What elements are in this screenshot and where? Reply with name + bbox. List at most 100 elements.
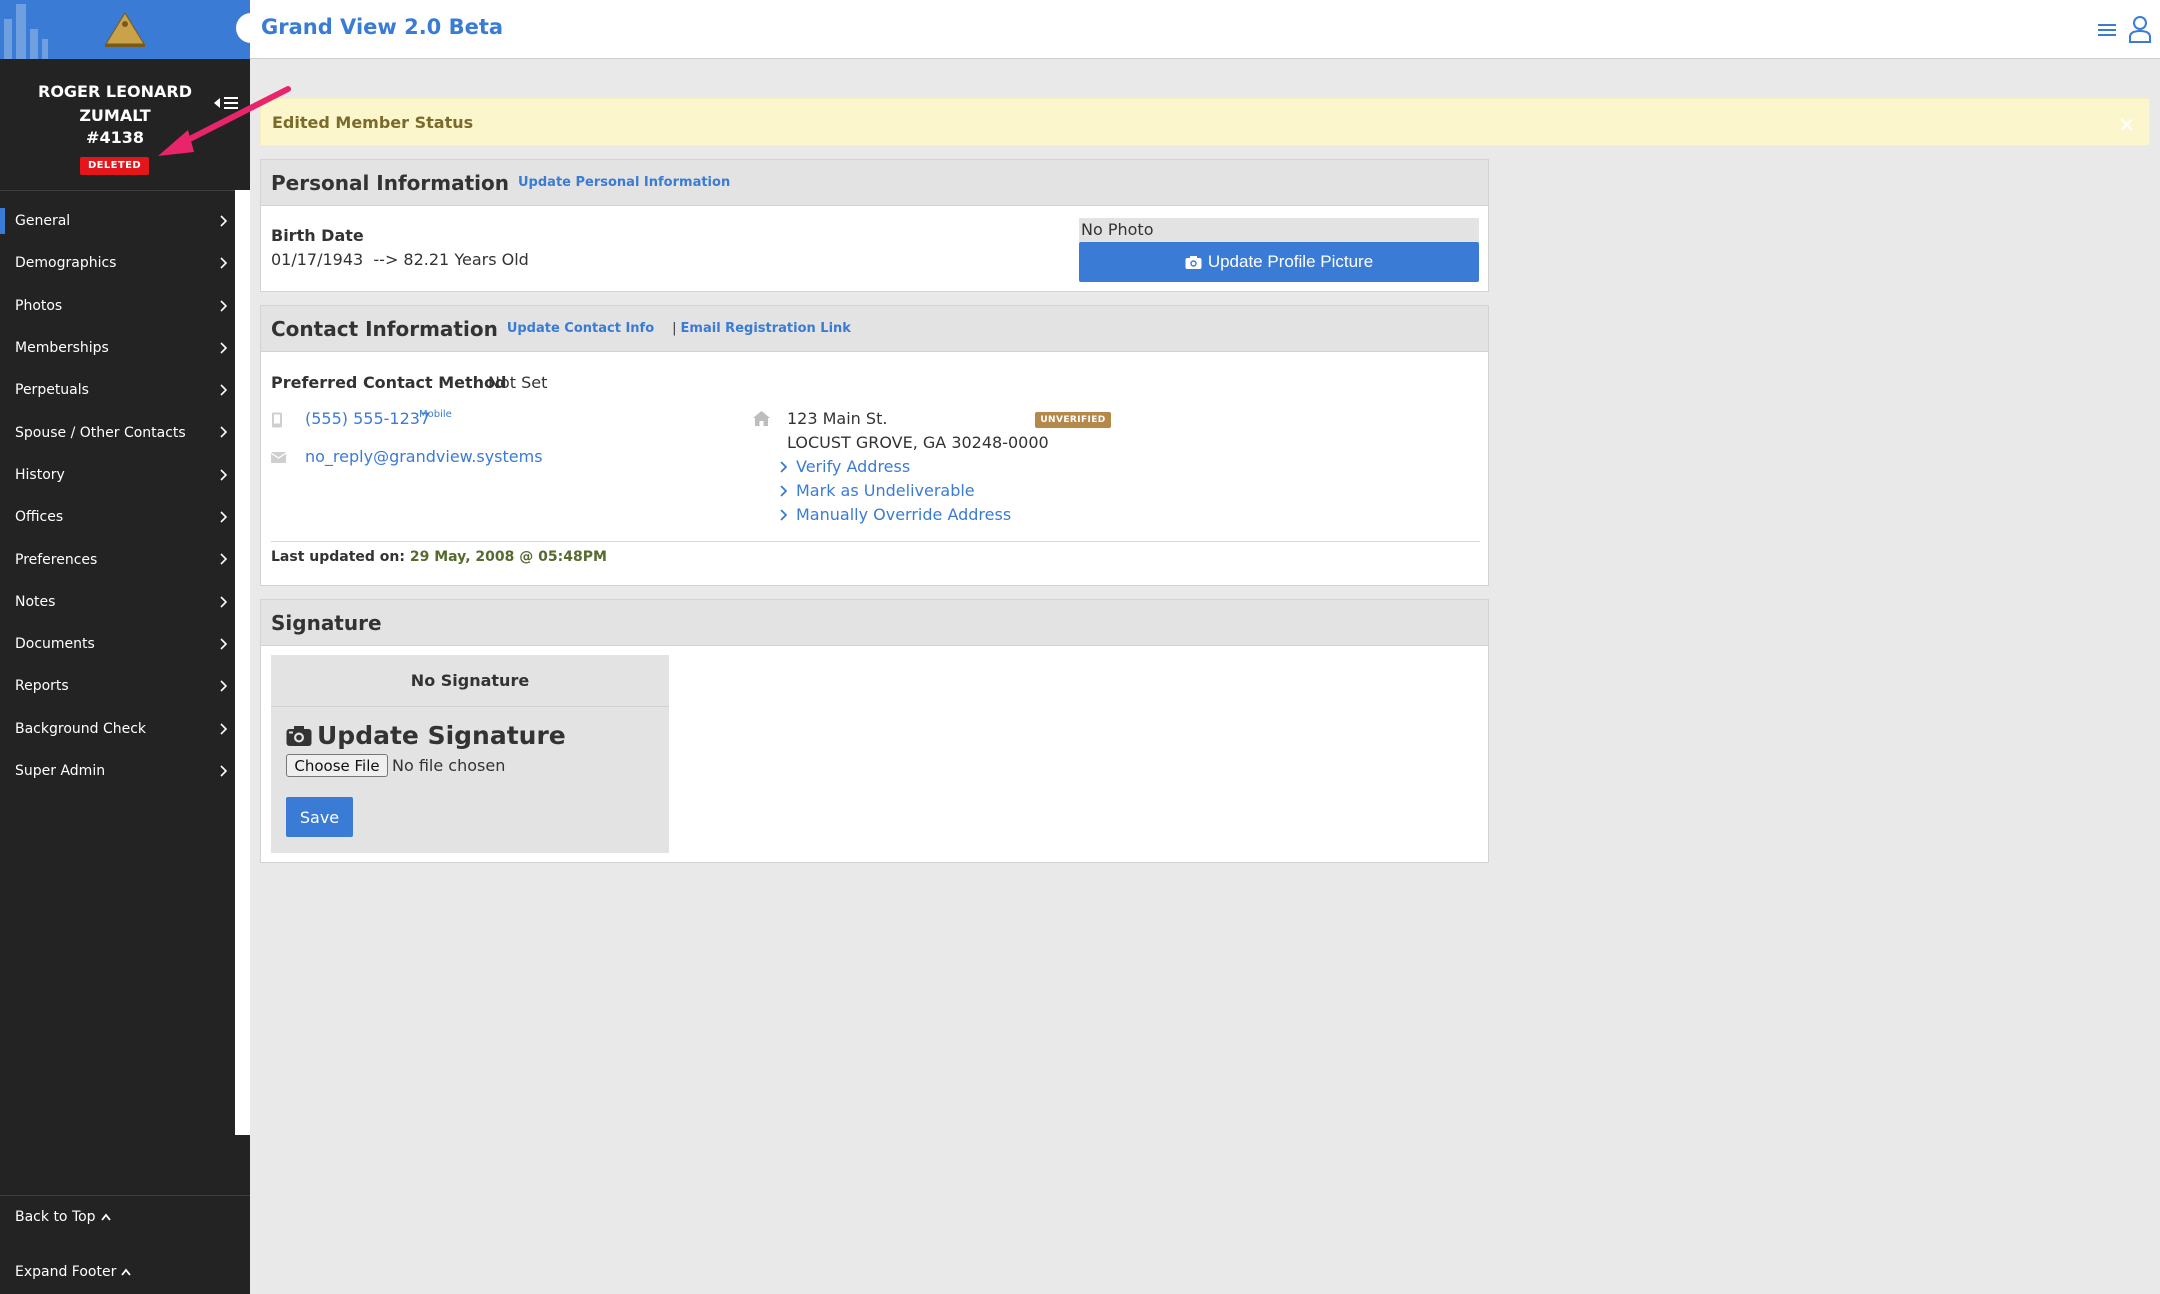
personal-information-panel: Personal Information Update Personal Inf… <box>260 159 1489 292</box>
lodge-logo-icon <box>105 12 145 47</box>
email-link[interactable]: no_reply@grandview.systems <box>305 447 543 466</box>
panel-title: Contact Information <box>271 316 498 341</box>
sidebar-item-label: History <box>15 466 65 483</box>
home-icon <box>753 411 770 426</box>
chevron-up-icon <box>121 1268 132 1276</box>
signature-box: No Signature Update Signature Choose Fil… <box>271 655 669 853</box>
last-updated: Last updated on: 29 May, 2008 @ 05:48PM <box>271 549 607 565</box>
sidebar-item-label: Documents <box>15 636 95 653</box>
sidebar-item-label: Offices <box>15 509 64 526</box>
sidebar-nav: General Demographics Photos Memberships Perp… <box>0 200 235 792</box>
panel-header: Contact Information Update Contact Info … <box>261 306 1488 352</box>
choose-file-button[interactable]: Choose File <box>286 754 388 777</box>
address-status-badge: UNVERIFIED <box>1035 412 1111 428</box>
chevron-right-icon <box>780 460 787 473</box>
sidebar-item-super-admin[interactable]: Super Admin <box>0 750 235 792</box>
chevron-right-icon <box>220 511 228 523</box>
sidebar-item-memberships[interactable]: Memberships <box>0 327 235 369</box>
chevron-right-icon <box>220 300 228 312</box>
sidebar-item-general[interactable]: General <box>0 200 235 242</box>
app-title[interactable]: Grand View 2.0 Beta <box>261 15 503 39</box>
annotation-arrow-icon <box>158 86 291 156</box>
verify-address-link[interactable]: Verify Address <box>779 457 910 476</box>
no-signature-text: No Signature <box>271 655 669 707</box>
expand-footer-link[interactable]: Expand Footer <box>15 1264 132 1280</box>
mobile-phone-icon <box>272 412 282 428</box>
sidebar-item-label: Notes <box>15 593 56 610</box>
signature-panel: Signature No Signature Update Signature … <box>260 599 1489 863</box>
sidebar-item-label: Perpetuals <box>15 382 89 399</box>
sidebar-item-reports[interactable]: Reports <box>0 665 235 707</box>
chevron-right-icon <box>220 765 228 777</box>
chevron-right-icon <box>780 484 787 497</box>
override-address-label: Manually Override Address <box>796 505 1012 524</box>
sidebar-item-perpetuals[interactable]: Perpetuals <box>0 369 235 411</box>
sidebar-item-photos[interactable]: Photos <box>0 285 235 327</box>
panel-title: Personal Information <box>271 170 509 195</box>
chevron-right-icon <box>220 342 228 354</box>
save-button[interactable]: Save <box>286 797 353 837</box>
user-icon[interactable] <box>2128 15 2152 43</box>
chevron-right-icon <box>220 722 228 735</box>
no-photo-placeholder: No Photo <box>1079 218 1479 242</box>
close-icon[interactable]: × <box>2118 112 2135 136</box>
phone-type-label: Mobile <box>419 409 452 420</box>
top-bar: Grand View 2.0 Beta <box>236 0 2160 59</box>
verify-address-label: Verify Address <box>796 457 911 476</box>
phone-link[interactable]: (555) 555-1237 <box>305 409 430 428</box>
address-line-1: 123 Main St. <box>787 409 888 428</box>
sidebar-item-spouse-other-contacts[interactable]: Spouse / Other Contacts <box>0 411 235 453</box>
update-profile-picture-button[interactable]: Update Profile Picture <box>1079 242 1479 282</box>
email-registration-link[interactable]: Email Registration Link <box>681 321 851 336</box>
sidebar-item-documents[interactable]: Documents <box>0 623 235 665</box>
file-status-text: No file chosen <box>392 756 506 775</box>
chevron-right-icon <box>220 469 228 481</box>
sidebar-item-label: Reports <box>15 678 69 695</box>
chevron-right-icon <box>780 508 787 521</box>
chevron-right-icon <box>220 215 228 227</box>
divider <box>271 541 1480 542</box>
preferred-contact-label: Preferred Contact Method <box>271 373 507 392</box>
sidebar: ROGER LEONARD ZUMALT #4138 DELETED Gener… <box>0 0 250 1294</box>
panel-header: Signature <box>261 600 1488 646</box>
preferred-contact-value: Not Set <box>488 373 548 392</box>
override-address-link[interactable]: Manually Override Address <box>779 505 1011 524</box>
sidebar-item-background-check[interactable]: Background Check <box>0 708 235 750</box>
contact-information-panel: Contact Information Update Contact Info … <box>260 305 1489 586</box>
update-personal-info-link[interactable]: Update Personal Information <box>518 175 730 190</box>
sidebar-item-notes[interactable]: Notes <box>0 581 235 623</box>
birth-date-value: 01/17/1943 --> 82.21 Years Old <box>271 250 529 269</box>
sidebar-item-label: Preferences <box>15 551 98 568</box>
back-to-top-link[interactable]: Back to Top <box>15 1209 112 1225</box>
sidebar-banner <box>0 0 250 59</box>
panel-title: Signature <box>271 610 382 635</box>
sidebar-item-demographics[interactable]: Demographics <box>0 242 235 284</box>
sidebar-item-preferences[interactable]: Preferences <box>0 538 235 580</box>
chevron-right-icon <box>220 680 228 692</box>
sidebar-scrollbar[interactable] <box>235 190 250 1135</box>
sidebar-item-offices[interactable]: Offices <box>0 496 235 538</box>
sidebar-item-label: Spouse / Other Contacts <box>15 424 186 441</box>
mark-undeliverable-link[interactable]: Mark as Undeliverable <box>779 481 975 500</box>
chevron-right-icon <box>220 384 228 396</box>
mark-undeliverable-label: Mark as Undeliverable <box>796 481 975 500</box>
update-contact-info-link[interactable]: Update Contact Info <box>507 321 654 336</box>
sidebar-item-label: Demographics <box>15 255 117 272</box>
chevron-right-icon <box>220 638 228 650</box>
address-line-2: LOCUST GROVE, GA 30248-0000 <box>787 433 1049 452</box>
hamburger-menu-icon[interactable] <box>2098 22 2116 38</box>
chevron-right-icon <box>220 257 228 269</box>
sidebar-item-label: Background Check <box>15 720 147 737</box>
sidebar-item-label: Super Admin <box>15 763 106 779</box>
sidebar-item-label: Photos <box>15 297 63 314</box>
panel-header: Personal Information Update Personal Inf… <box>261 160 1488 206</box>
chevron-up-icon <box>100 1213 111 1221</box>
camera-icon <box>1185 255 1202 269</box>
status-badge: DELETED <box>80 157 149 175</box>
sidebar-item-history[interactable]: History <box>0 454 235 496</box>
chevron-right-icon <box>220 553 228 565</box>
last-updated-value: 29 May, 2008 @ 05:48PM <box>409 549 607 565</box>
last-updated-label: Last updated on: <box>271 549 405 565</box>
chevron-right-icon <box>220 426 228 439</box>
update-signature-heading: Update Signature <box>286 721 566 750</box>
